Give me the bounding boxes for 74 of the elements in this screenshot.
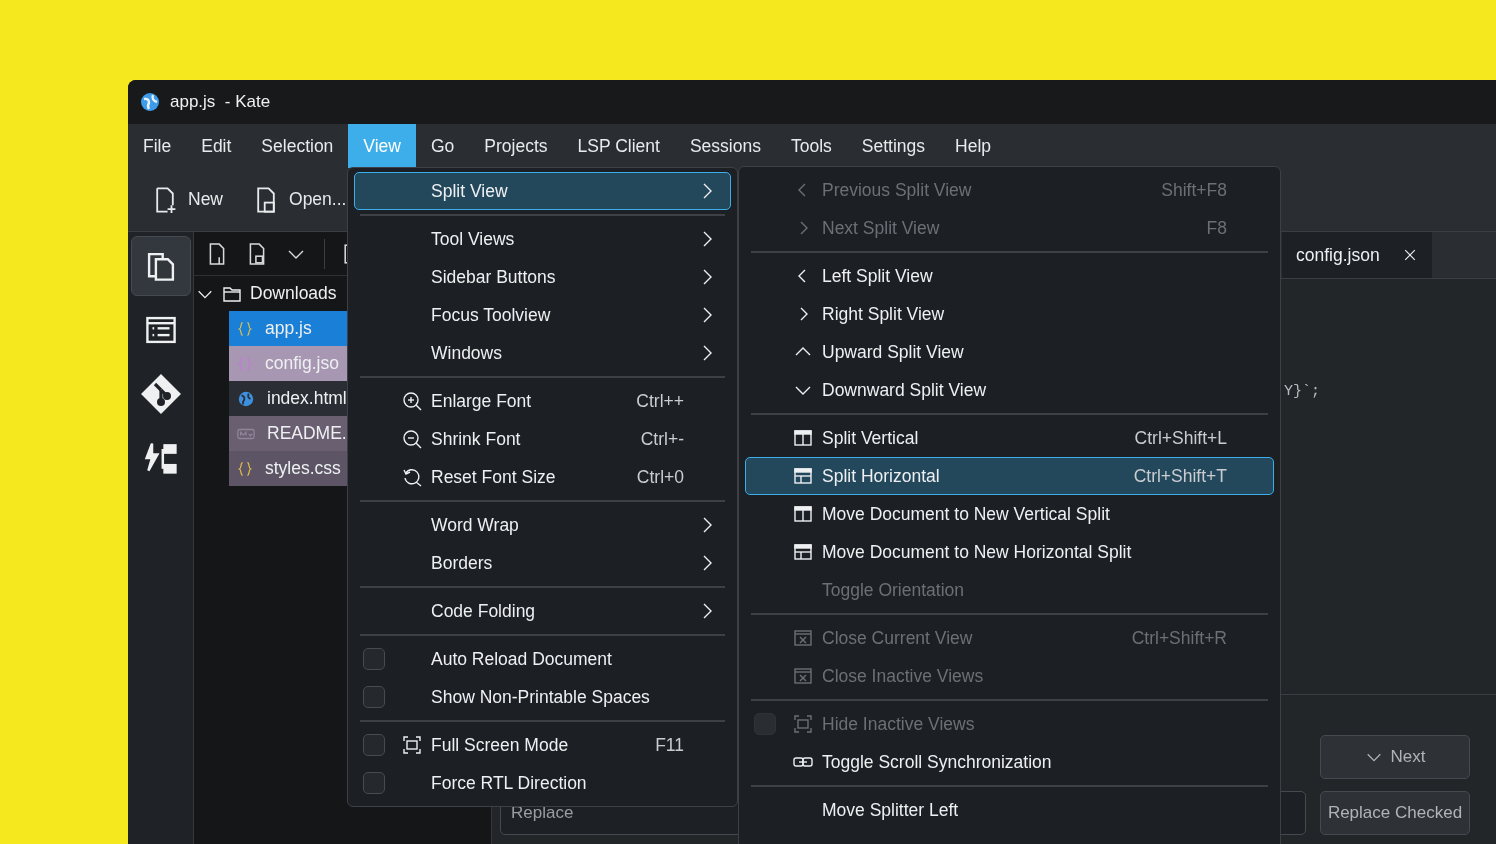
menu-bar-item[interactable]: Settings xyxy=(846,124,941,168)
shortcut-label: Ctrl+Shift+R xyxy=(1131,627,1227,649)
menu-item[interactable]: Focus Toolview xyxy=(354,296,731,334)
next-button[interactable]: Next xyxy=(1320,735,1470,779)
menu-item[interactable]: Toggle Scroll Synchronization xyxy=(745,743,1274,781)
menu-bar-item[interactable]: Sessions xyxy=(674,124,776,168)
menu-item[interactable]: Split Horizontal Ctrl+Shift+T xyxy=(745,457,1274,495)
replace-checked-button[interactable]: Replace Checked xyxy=(1320,791,1470,835)
menu-item[interactable]: Right Split View xyxy=(745,295,1274,333)
fullscreen-icon xyxy=(793,714,813,734)
checkbox[interactable] xyxy=(363,772,385,794)
menu-item[interactable]: Show Non-Printable Spaces xyxy=(354,678,731,716)
close-view-icon xyxy=(793,666,813,686)
checkbox[interactable] xyxy=(363,734,385,756)
shortcut-label: Ctrl++ xyxy=(636,390,684,412)
menu-item[interactable]: Enlarge Font Ctrl++ xyxy=(354,382,731,420)
fullscreen-icon xyxy=(402,735,422,755)
sidebar-button[interactable] xyxy=(130,236,191,296)
menu-item[interactable]: Full Screen Mode F11 xyxy=(354,726,731,764)
menu-item[interactable]: Split View xyxy=(354,172,731,210)
split-vertical-icon xyxy=(793,428,813,448)
menu-item[interactable]: Borders xyxy=(354,544,731,582)
menu-bar-item[interactable]: Selection xyxy=(246,124,349,168)
git-icon xyxy=(140,374,181,414)
shortcut-label: Ctrl+Shift+T xyxy=(1133,465,1227,487)
split-horizontal-icon xyxy=(793,466,813,486)
globe-icon xyxy=(237,389,255,408)
menu-item[interactable]: Left Split View xyxy=(745,257,1274,295)
menu-item[interactable]: Sidebar Buttons xyxy=(354,258,731,296)
menu-item[interactable]: Auto Reload Document xyxy=(354,640,731,678)
menu-item[interactable]: Shrink Font Ctrl+- xyxy=(354,420,731,458)
close-view-icon xyxy=(793,628,813,648)
menu-item[interactable]: Move Splitter Left xyxy=(745,791,1274,829)
menu-item[interactable]: Upward Split View xyxy=(745,333,1274,371)
braces-icon xyxy=(237,460,253,477)
toolbar-button[interactable]: New xyxy=(152,186,223,213)
shortcut-label: Shift+F8 xyxy=(1161,179,1227,201)
shortcut-label: Ctrl+Shift+L xyxy=(1134,427,1227,449)
menu-bar-item[interactable]: Projects xyxy=(469,124,563,168)
split-vertical-icon xyxy=(793,504,813,524)
shortcut-label: F11 xyxy=(655,734,684,756)
braces-icon xyxy=(237,320,253,337)
shortcut-label: Ctrl+0 xyxy=(636,466,684,488)
menu-bar-item[interactable]: Go xyxy=(416,124,470,168)
editor-tab[interactable]: config.json xyxy=(1282,232,1432,278)
window-title: app.js - Kate xyxy=(170,92,271,112)
zoom-in-icon xyxy=(402,391,422,411)
menu-bar-item[interactable]: Edit xyxy=(186,124,247,168)
menu-bar-item[interactable]: Help xyxy=(940,124,1007,168)
checkbox[interactable] xyxy=(363,686,385,708)
app-logo-icon xyxy=(140,92,160,112)
menu-item[interactable]: Move Document to New Horizontal Split xyxy=(745,533,1274,571)
bolt-tree-icon xyxy=(142,440,179,476)
checkbox[interactable] xyxy=(363,648,385,670)
reset-icon xyxy=(402,467,422,487)
toolbar-button[interactable]: Open... xyxy=(253,186,347,213)
menu-item[interactable]: Split Vertical Ctrl+Shift+L xyxy=(745,419,1274,457)
shortcut-label: Ctrl+- xyxy=(640,428,684,450)
menu-item[interactable]: Tool Views xyxy=(354,220,731,258)
split-horizontal-icon xyxy=(793,542,813,562)
menu-bar-item[interactable]: Tools xyxy=(775,124,847,168)
menu-item[interactable]: Word Wrap xyxy=(354,506,731,544)
menu-bar-item[interactable]: LSP Client xyxy=(562,124,675,168)
menu-item[interactable]: Reset Font Size Ctrl+0 xyxy=(354,458,731,496)
code-line: Y}`; xyxy=(1284,383,1320,400)
braces-icon xyxy=(237,355,253,372)
menu-bar-item[interactable]: File xyxy=(128,124,187,168)
menu-item[interactable]: Move Document to New Vertical Split xyxy=(745,495,1274,533)
menu-item[interactable]: Force RTL Direction xyxy=(354,764,731,802)
shortcut-label: F8 xyxy=(1206,217,1227,239)
menu-item[interactable]: Windows xyxy=(354,334,731,372)
zoom-out-icon xyxy=(402,429,422,449)
menu-item[interactable]: Downward Split View xyxy=(745,371,1274,409)
menu-item[interactable]: Code Folding xyxy=(354,592,731,630)
